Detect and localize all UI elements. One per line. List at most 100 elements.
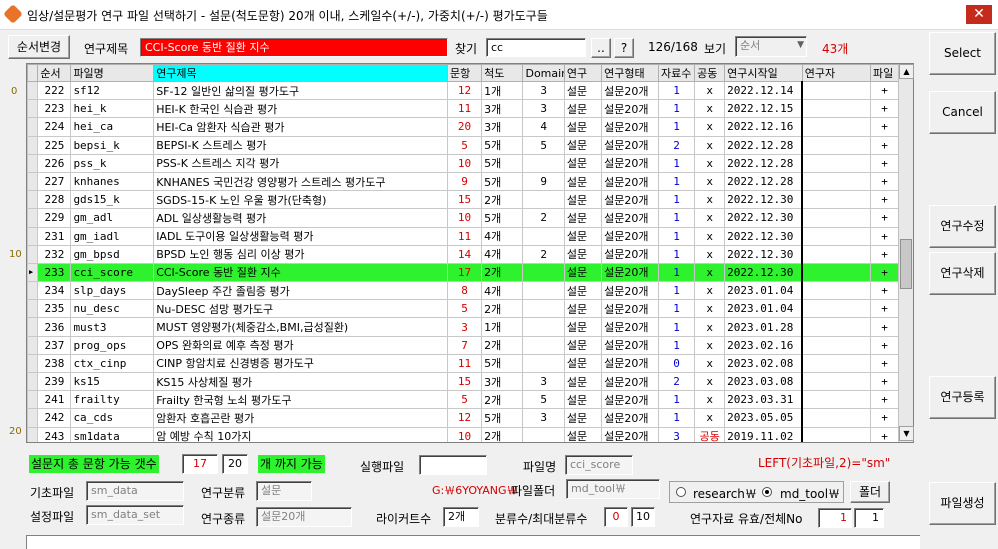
table-row[interactable]: 234 slp_days DaySleep 주간 졸림증 평가 8 4개 설문 설문20개 1… [27,281,899,301]
column-header-col-order[interactable]: 순서 [37,64,72,82]
table-row[interactable]: 241 frailty Frailty 한국형 노쇠 평가도구 5 2개 5 설문 설문20개… [27,390,899,410]
filename-field[interactable]: cci_score [565,455,633,475]
table-row[interactable]: 227 knhanes KNHANES 국민건강 영양평가 스트레스 평가도구 9 5개… [27,171,899,192]
table-row[interactable]: 235 nu_desc Nu-DESC 섬망 평가도구 5 2개 설문 설문20개 1 x 202… [27,299,899,319]
study-title-field[interactable]: CCI-Score 동반 질환 지수 [140,38,448,57]
row-indicator[interactable] [27,190,39,210]
column-header-col-joint[interactable]: 공동 [694,64,726,82]
column-header-col-data[interactable]: 자료수 [657,64,696,82]
folder-field[interactable]: md_tool￦ [566,479,660,499]
column-header-col-start[interactable]: 연구시작일 [724,64,803,82]
scroll-thumb[interactable] [900,239,912,289]
research-radio[interactable] [676,487,686,497]
column-header-col-domain[interactable]: Domain [522,64,565,82]
base-file-field[interactable]: sm_data [86,481,184,501]
classes-field[interactable]: 0 [604,507,628,527]
row-indicator[interactable] [27,299,39,319]
table-row[interactable]: 236 must3 MUST 영양평가(체중감소,BMI,급성질환) 3 1개 설문 설문2… [27,317,899,337]
edit-study-button[interactable]: 연구수정 [929,205,996,248]
cell-data: 0 [657,353,696,374]
valid-total-field[interactable]: 1 [854,508,884,528]
study-type-field[interactable]: 설문20개 [256,507,352,527]
column-header-col-file[interactable]: 파일 [870,64,899,82]
column-header-col-type[interactable]: 연구 [563,64,603,82]
folder-button[interactable]: 폴더 [850,481,890,503]
column-header-col-title[interactable]: 연구제목 [153,64,448,82]
column-header-col-filename[interactable]: 파일명 [70,64,155,82]
delete-study-button[interactable]: 연구삭제 [929,252,996,295]
table-row[interactable]: 232 gm_bpsd BPSD 노인 행동 심리 이상 평가 14 4개 2 설문 설문20… [27,244,899,264]
scroll-up-icon[interactable]: ▲ [899,64,914,79]
find-input[interactable]: cc [486,38,586,57]
settings-file-field[interactable]: sm_data_set [86,505,184,525]
cell-type: 설문 [563,244,603,264]
row-indicator[interactable] [27,281,39,301]
table-row[interactable]: 224 hei_ca HEI-Ca 암환자 식습관 평가 20 3개 4 설문 설문20개 1 x… [27,117,899,137]
table-row[interactable]: 243 sm1data 암 예방 수칙 10가지 10 2개 설문 설문20개 3 공동 2019… [27,426,899,442]
row-indicator[interactable] [27,408,39,428]
row-indicator[interactable] [27,117,39,137]
row-indicator[interactable] [27,99,39,119]
exec-file-label: 실행파일 [360,460,405,474]
table-row[interactable]: 239 ks15 KS15 사상체질 평가 15 3개 3 설문 설문20개 2 x 2023.03… [27,371,899,392]
exec-file-input[interactable] [419,455,487,475]
cell-type: 설문 [563,335,603,355]
category-field[interactable]: 설문 [256,481,312,501]
scroll-down-icon[interactable]: ▼ [899,426,914,441]
column-header-col-form[interactable]: 연구형태 [601,64,659,82]
table-row-selected[interactable]: ▶ 233 cci_score CCI-Score 동반 질환 지수 17 2개 설문 설문2… [27,262,899,283]
classes-max-field[interactable]: 10 [631,507,655,527]
max-items-input[interactable]: 17 [182,454,218,474]
table-row[interactable]: 222 sf12 SF-12 일반인 삶의질 평가도구 12 1개 3 설문 설문20개 1 x 2… [27,80,899,101]
table-row[interactable]: 229 gm_adl ADL 일상생활능력 평가 10 5개 2 설문 설문20개 1 x 2022… [27,208,899,228]
table-row[interactable]: 238 ctx_cinp CINP 항암치료 신경병증 평가도구 11 5개 설문 설문20… [27,353,899,374]
view-select[interactable]: 순서 ▼ [735,36,807,57]
close-icon[interactable]: ✕ [966,5,992,24]
valid-field[interactable]: 1 [818,508,852,528]
cell-researcher [801,353,872,374]
cell-researcher [801,99,872,119]
column-header-col-scale[interactable]: 척도 [481,64,524,82]
cell-items: 8 [446,281,483,301]
table-row[interactable]: 228 gds15_k SGDS-15-K 노인 우울 평가(단축형) 15 2개 설문 설… [27,190,899,210]
table-scrollbar[interactable]: ▲ ▼ [898,64,914,442]
row-indicator[interactable] [27,353,39,374]
study-table[interactable]: 순서 파일명 연구제목 문항 척도 Domain 연구 연구형태 자료수 공동 연구시작일 연구자 파일… [26,63,914,443]
row-indicator[interactable] [27,80,39,101]
row-indicator[interactable] [27,153,39,173]
table-row[interactable]: 237 prog_ops OPS 완화의료 예후 측정 평가 7 2개 설문 설문20개 1 x… [27,335,899,355]
row-indicator[interactable] [27,371,39,392]
row-indicator[interactable] [27,390,39,410]
cell-file: ctx_cinp [70,353,155,374]
cell-title: SF-12 일반인 삶의질 평가도구 [153,80,448,101]
cancel-button[interactable]: Cancel [929,91,996,134]
order-change-button[interactable]: 순서변경 [8,35,70,59]
table-row[interactable]: 231 gm_iadl IADL 도구이용 일상생활능력 평가 11 4개 설문 설문20개… [27,226,899,246]
mdtool-radio[interactable] [762,487,772,497]
cell-file2: + [870,208,899,228]
select-button[interactable]: Select [929,32,996,75]
table-row[interactable]: 223 hei_k HEI-K 한국인 식습관 평가 11 3개 3 설문 설문20개 1 x 20… [27,99,899,119]
row-indicator[interactable] [27,171,39,192]
generate-file-button[interactable]: 파일생성 [929,482,996,525]
table-row[interactable]: 242 ca_cds 암환자 호흡곤란 평가 12 5개 3 설문 설문20개 1 x 2023.0… [27,408,899,428]
likert-label: 라이커트수 [376,512,432,526]
row-indicator[interactable] [27,426,39,442]
row-indicator[interactable] [27,226,39,246]
table-row[interactable]: 225 bepsi_k BEPSI-K 스트레스 평가 5 5개 5 설문 설문20개 2 x 20… [27,135,899,155]
table-row[interactable]: 226 pss_k PSS-K 스트레스 지각 평가 10 5개 설문 설문20개 1 x 202… [27,153,899,173]
row-indicator[interactable] [27,208,39,228]
help-button[interactable]: ? [614,38,634,58]
column-header-col-items[interactable]: 문항 [446,64,483,82]
column-header-col-researcher[interactable]: 연구자 [801,64,872,82]
browse-button[interactable]: .. [591,38,611,58]
row-indicator[interactable] [27,335,39,355]
likert-field[interactable]: 2개 [443,507,479,527]
row-indicator[interactable] [27,135,39,155]
row-indicator[interactable] [27,317,39,337]
max-items-limit[interactable]: 20 [222,454,248,474]
row-indicator[interactable] [27,244,39,264]
register-study-button[interactable]: 연구등록 [929,376,996,419]
cell-type: 설문 [563,353,603,374]
current-row-indicator-icon[interactable]: ▶ [27,262,39,283]
